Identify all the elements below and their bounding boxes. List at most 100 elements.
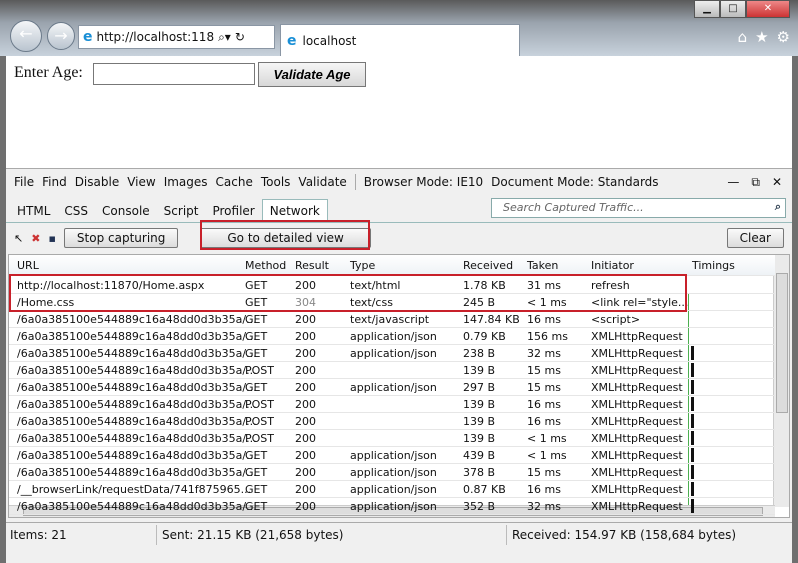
ie-icon: e (83, 29, 93, 45)
column-header[interactable]: Timings (692, 259, 735, 272)
search-captured-traffic-input[interactable]: Search Captured Traffic... ⌕ (491, 198, 786, 218)
cell-method: POST (245, 432, 274, 445)
tab-html[interactable]: HTML (10, 200, 57, 222)
cell-taken: < 1 ms (527, 432, 567, 445)
table-row[interactable]: /__browserLink/requestData/741f875965...… (9, 481, 775, 498)
cell-received: 139 B (463, 364, 496, 377)
timing-bar (691, 448, 694, 462)
column-header[interactable]: Method (245, 259, 286, 272)
menu-view[interactable]: View (127, 175, 155, 189)
tab-script[interactable]: Script (157, 200, 206, 222)
column-header[interactable]: Taken (527, 259, 558, 272)
tab-localhost[interactable]: e localhost (280, 24, 520, 56)
developer-tools: File Find Disable View Images Cache Tools Valid… (6, 168, 792, 563)
table-row[interactable]: /6a0a385100e544889c16a48dd0d3b35a/... GET… (9, 498, 775, 515)
cell-received: 139 B (463, 432, 496, 445)
timing-bar (691, 380, 694, 394)
vertical-scrollbar[interactable] (773, 255, 789, 507)
cell-type: application/json (350, 347, 437, 360)
cell-type: application/json (350, 330, 437, 343)
minimize-icon[interactable]: — (727, 175, 739, 190)
close-button[interactable]: ✕ (746, 0, 790, 18)
menu-cache[interactable]: Cache (216, 175, 253, 189)
back-button[interactable]: ← (10, 20, 42, 52)
column-header[interactable]: Initiator (591, 259, 634, 272)
cell-received: 147.84 KB (463, 313, 520, 326)
favorites-star-icon[interactable]: ★ (755, 28, 768, 46)
timing-bar (691, 431, 694, 445)
cell-initiator: XMLHttpRequest (591, 466, 683, 479)
cell-taken: 16 ms (527, 415, 561, 428)
search-icon[interactable]: ⌕▾ (218, 30, 231, 45)
menu-validate[interactable]: Validate (298, 175, 346, 189)
table-row[interactable]: /6a0a385100e544889c16a48dd0d3b35a/... POS… (9, 413, 775, 430)
table-row[interactable]: /6a0a385100e544889c16a48dd0d3b35a/... GET… (9, 464, 775, 481)
table-row[interactable]: /6a0a385100e544889c16a48dd0d3b35a/... GET… (9, 345, 775, 362)
stop-capturing-button[interactable]: Stop capturing (63, 228, 179, 248)
cell-method: POST (245, 398, 274, 411)
cell-result: 200 (295, 381, 316, 394)
clear-button[interactable]: Clear (726, 228, 784, 248)
status-bar: Items: 21 Sent: 21.15 KB (21,658 bytes) … (6, 522, 792, 546)
table-row[interactable]: /6a0a385100e544889c16a48dd0d3b35a/... POS… (9, 430, 775, 447)
maximize-button[interactable]: □ (720, 0, 746, 18)
table-row[interactable]: /6a0a385100e544889c16a48dd0d3b35a/... GET… (9, 328, 775, 345)
menu-tools[interactable]: Tools (261, 175, 291, 189)
column-header[interactable]: Result (295, 259, 329, 272)
cell-url: /6a0a385100e544889c16a48dd0d3b35a/... (17, 500, 257, 513)
validate-age-button[interactable]: Validate Age (258, 62, 366, 87)
document-mode-menu[interactable]: Document Mode: Standards (491, 175, 658, 189)
cell-result: 200 (295, 483, 316, 496)
table-row[interactable]: /6a0a385100e544889c16a48dd0d3b35a/... POS… (9, 362, 775, 379)
table-row[interactable]: /6a0a385100e544889c16a48dd0d3b35a/... GET… (9, 447, 775, 464)
menu-find[interactable]: Find (42, 175, 67, 189)
refresh-icon[interactable]: ↻ (235, 30, 245, 44)
cell-taken: 32 ms (527, 347, 561, 360)
age-label: Enter Age: (14, 64, 83, 81)
tab-network[interactable]: Network (261, 199, 328, 222)
cell-method: GET (245, 483, 268, 496)
close-icon[interactable]: ✕ (772, 175, 782, 190)
cell-initiator: XMLHttpRequest (591, 432, 683, 445)
browser-mode-menu[interactable]: Browser Mode: IE10 (364, 175, 483, 189)
highlight-box (200, 220, 370, 250)
tab-css[interactable]: CSS (57, 200, 95, 222)
save-icon[interactable]: ▪ (48, 232, 55, 245)
address-bar[interactable]: e http://localhost:118 ⌕▾ ↻ (78, 25, 275, 49)
cell-taken: < 1 ms (527, 449, 567, 462)
cell-received: 139 B (463, 415, 496, 428)
ie-icon: e (287, 32, 297, 49)
undock-icon[interactable]: ⧉ (751, 175, 760, 190)
forward-button[interactable]: → (47, 22, 75, 50)
cell-method: GET (245, 347, 268, 360)
menu-disable[interactable]: Disable (75, 175, 120, 189)
cell-method: GET (245, 500, 268, 513)
address-text: http://localhost:118 (96, 30, 215, 44)
cell-result: 200 (295, 330, 316, 343)
cell-type: application/json (350, 466, 437, 479)
gear-icon[interactable]: ⚙ (777, 28, 790, 46)
column-header[interactable]: Received (463, 259, 513, 272)
menu-file[interactable]: File (14, 175, 34, 189)
table-row[interactable]: /6a0a385100e544889c16a48dd0d3b35a/... GET… (9, 379, 775, 396)
cell-result: 200 (295, 398, 316, 411)
select-element-icon[interactable]: ↖ (14, 232, 23, 245)
tab-console[interactable]: Console (95, 200, 157, 222)
table-row[interactable]: /6a0a385100e544889c16a48dd0d3b35a/... POS… (9, 396, 775, 413)
table-row[interactable]: /6a0a385100e544889c16a48dd0d3b35a/... GET… (9, 311, 775, 328)
timing-bar (691, 482, 694, 496)
minimize-button[interactable]: ▁ (694, 0, 720, 18)
network-toolbar: ↖ ✖ ▪ Stop capturing Go to detailed view… (6, 220, 792, 253)
cell-initiator: XMLHttpRequest (591, 381, 683, 394)
search-icon[interactable]: ⌕ (775, 200, 781, 214)
clear-cache-icon[interactable]: ✖ (31, 232, 40, 245)
tab-profiler[interactable]: Profiler (205, 200, 261, 222)
column-header[interactable]: Type (350, 259, 375, 272)
column-header[interactable]: URL (17, 259, 39, 272)
home-icon[interactable]: ⌂ (738, 28, 748, 46)
cell-result: 200 (295, 364, 316, 377)
cell-initiator: XMLHttpRequest (591, 500, 683, 513)
menu-images[interactable]: Images (164, 175, 208, 189)
age-input[interactable] (93, 63, 255, 85)
timing-bar (691, 414, 694, 428)
